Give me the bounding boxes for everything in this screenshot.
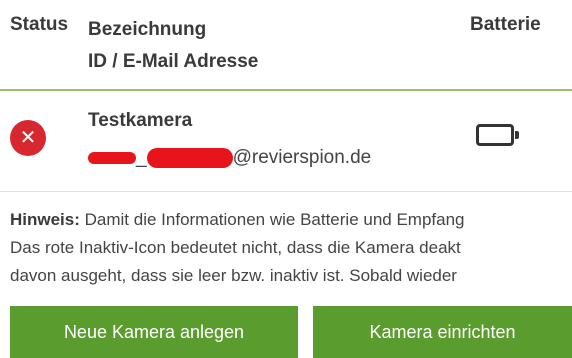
camera-name: Testkamera xyxy=(88,110,193,131)
column-header-status: Status xyxy=(10,14,69,35)
setup-camera-button[interactable]: Kamera einrichten xyxy=(313,306,572,358)
column-header-bezeichnung-label: Bezeichnung xyxy=(88,19,207,40)
email-domain: @revierspion.de xyxy=(232,147,372,168)
column-header-batterie: Batterie xyxy=(470,14,541,35)
header-divider xyxy=(0,89,572,91)
row-divider xyxy=(0,191,572,192)
hint-label: Hinweis: xyxy=(10,210,80,229)
hint-line-1: Damit die Informationen wie Batterie und… xyxy=(84,210,465,229)
redaction-mark xyxy=(88,151,136,164)
new-camera-button[interactable]: Neue Kamera anlegen xyxy=(10,306,298,358)
battery-empty-icon xyxy=(476,124,519,146)
hint-line-3: davon ausgeht, dass sie leer bzw. inakti… xyxy=(10,266,457,285)
inactive-x-icon: ✕ xyxy=(10,120,46,156)
hint-line-2: Das rote Inaktiv-Icon bedeutet nicht, da… xyxy=(10,238,461,257)
hint-text: Hinweis: Damit die Informationen wie Bat… xyxy=(10,206,572,290)
column-header-id-email-label: ID / E-Mail Adresse xyxy=(88,51,259,72)
column-header-bezeichnung: Bezeichnung ID / E-Mail Adresse xyxy=(88,14,258,78)
redaction-mark xyxy=(146,147,233,168)
camera-email: _ @revierspion.de xyxy=(88,147,371,169)
